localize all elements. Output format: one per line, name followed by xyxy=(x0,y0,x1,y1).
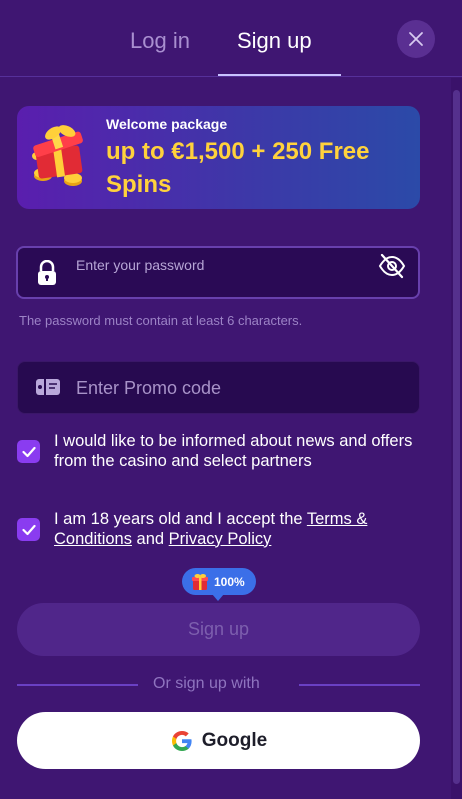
google-signup-button[interactable]: Google xyxy=(17,712,420,769)
news-consent-label: I would like to be informed about news a… xyxy=(54,432,413,470)
gift-icon xyxy=(32,125,83,186)
ticket-icon xyxy=(36,379,60,395)
password-field[interactable] xyxy=(16,246,420,299)
promo-code-input[interactable] xyxy=(76,376,396,400)
age-consent-row: I am 18 years old and I accept the Terms… xyxy=(17,510,414,549)
divider-line-right xyxy=(299,684,420,686)
signup-button[interactable]: Sign up xyxy=(17,603,420,656)
news-consent-checkbox[interactable] xyxy=(17,440,40,463)
active-tab-indicator xyxy=(218,74,341,76)
age-consent-checkbox[interactable] xyxy=(17,518,40,541)
age-consent-prefix: I am 18 years old and I accept the xyxy=(54,510,307,528)
promo-code-field[interactable] xyxy=(17,361,420,414)
close-button[interactable] xyxy=(397,20,435,58)
bonus-badge: 100% xyxy=(182,568,256,601)
google-icon xyxy=(171,730,192,751)
welcome-banner: Welcome package up to €1,500 + 250 Free … xyxy=(17,106,420,209)
tab-login[interactable]: Log in xyxy=(130,28,190,54)
scrollbar-thumb[interactable] xyxy=(453,90,460,784)
password-input[interactable] xyxy=(76,254,366,276)
check-icon xyxy=(21,446,36,457)
tab-signup[interactable]: Sign up xyxy=(237,28,312,54)
password-hint: The password must contain at least 6 cha… xyxy=(19,313,303,328)
check-icon xyxy=(21,524,36,535)
gift-icon xyxy=(192,573,208,590)
modal-header: Log in Sign up xyxy=(0,0,462,77)
google-button-label: Google xyxy=(201,729,268,751)
bonus-badge-text: 100% xyxy=(214,574,245,589)
age-consent-middle: and xyxy=(131,529,169,548)
banner-kicker: Welcome package xyxy=(106,116,228,132)
banner-title: up to €1,500 + 250 Free Spins xyxy=(106,138,370,198)
eye-off-icon[interactable] xyxy=(378,253,406,279)
news-consent-row: I would like to be informed about news a… xyxy=(17,432,414,471)
age-consent-label: I am 18 years old and I accept the Terms… xyxy=(54,510,414,549)
signup-modal: Log in Sign up Welcome package up to €1,… xyxy=(0,0,462,799)
privacy-policy-link[interactable]: Privacy Policy xyxy=(169,530,272,548)
lock-icon xyxy=(38,260,56,285)
divider-text: Or sign up with xyxy=(153,675,260,692)
close-icon xyxy=(409,32,423,46)
divider-line-left xyxy=(17,684,138,686)
